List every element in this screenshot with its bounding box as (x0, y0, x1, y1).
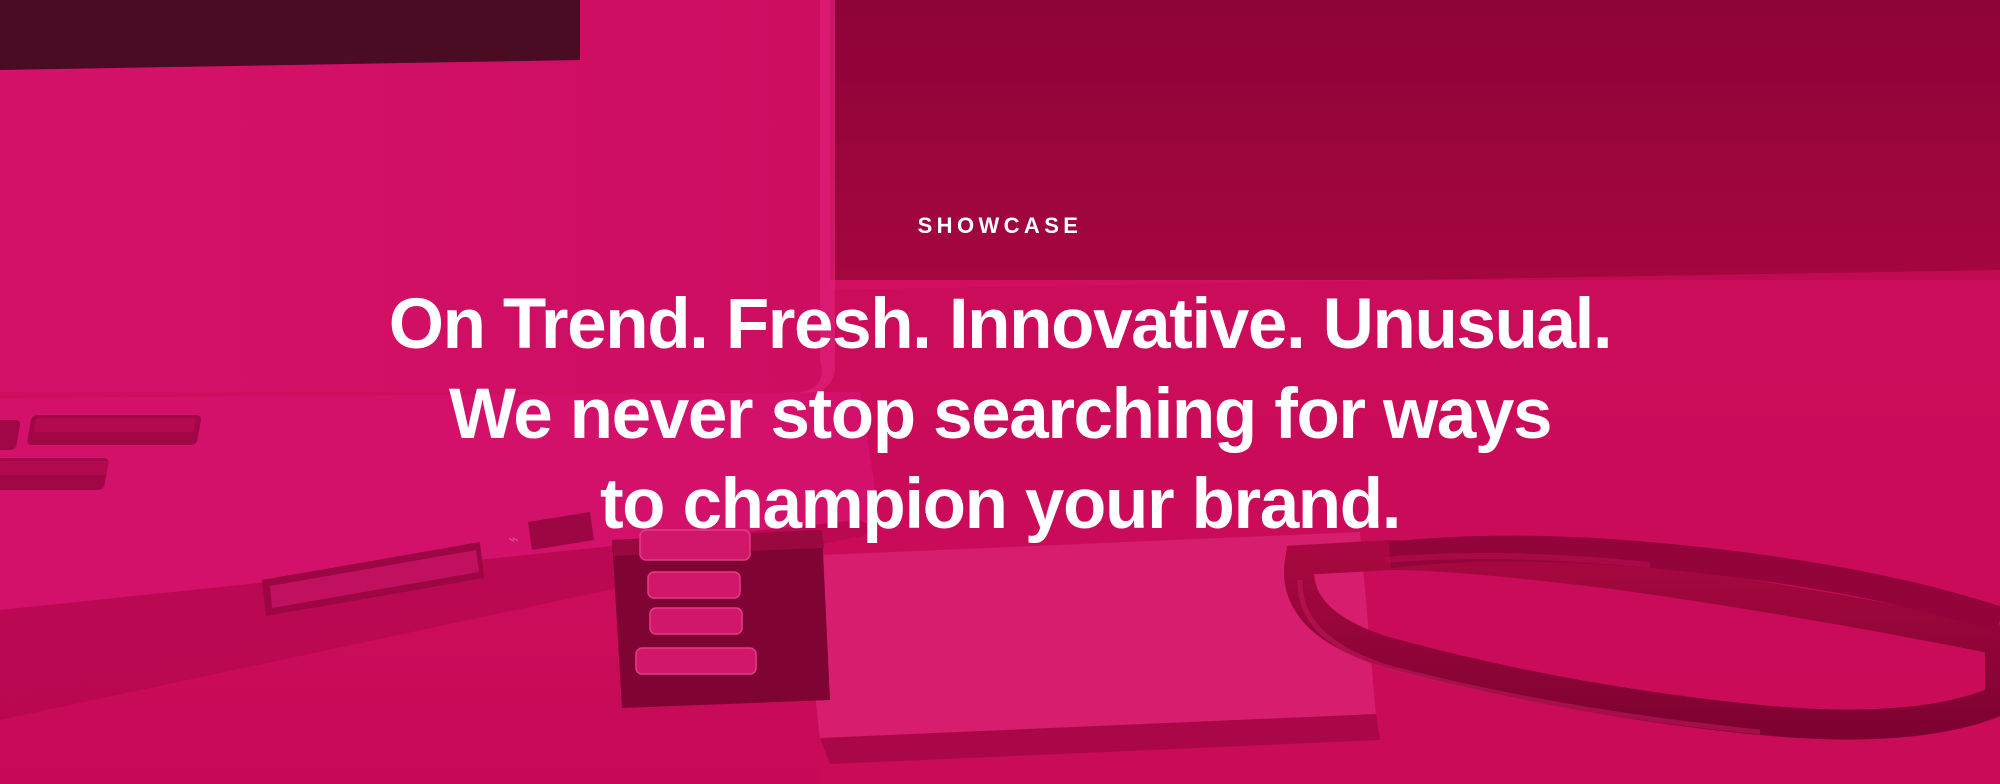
showcase-hero: ⌁ SHOWCASE On Trend. Fresh. Innovative. … (0, 0, 2000, 784)
headline-line-3: to champion your brand. (599, 465, 1402, 544)
headline-line-2: We never stop searching for ways (448, 375, 1553, 454)
hero-headline: On Trend. Fresh. Innovative. Unusual. We… (0, 280, 2000, 550)
section-eyebrow: SHOWCASE (917, 213, 1083, 238)
headline-line-1: On Trend. Fresh. Innovative. Unusual. (388, 285, 1613, 364)
hero-content: SHOWCASE On Trend. Fresh. Innovative. Un… (0, 0, 2000, 784)
